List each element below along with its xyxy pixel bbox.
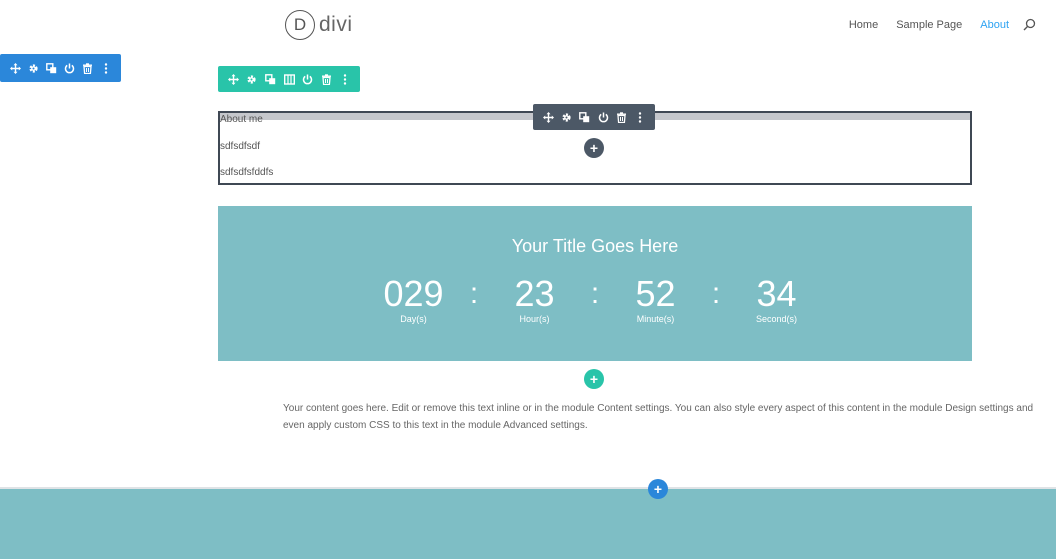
countdown-hours: 23 Hour(s) <box>495 273 575 325</box>
body-text-module[interactable]: Your content goes here. Edit or remove t… <box>283 400 1043 434</box>
trash-icon[interactable] <box>612 108 630 127</box>
nav-item-about[interactable]: About <box>980 19 1009 31</box>
gear-icon[interactable] <box>557 108 575 127</box>
days-value: 029 <box>383 273 444 314</box>
text-line-3[interactable]: sdfsdfsfddfs <box>220 167 273 178</box>
add-module-button[interactable]: + <box>584 138 604 158</box>
duplicate-icon[interactable] <box>576 108 594 127</box>
minutes-value: 52 <box>635 273 676 314</box>
power-icon[interactable] <box>298 70 317 89</box>
nav-item-sample-page[interactable]: Sample Page <box>896 19 962 31</box>
countdown-module[interactable]: Your Title Goes Here 029 Day(s) : 23 Hou… <box>218 206 972 361</box>
add-section-button[interactable]: + <box>648 479 668 499</box>
seconds-value: 34 <box>756 273 797 314</box>
move-icon[interactable] <box>6 59 24 78</box>
site-logo[interactable]: D divi <box>285 10 353 40</box>
gear-icon[interactable] <box>243 70 262 89</box>
minutes-label: Minute(s) <box>636 314 675 324</box>
countdown-separator: : <box>590 277 600 310</box>
seconds-label: Second(s) <box>755 314 798 324</box>
hours-label: Hour(s) <box>519 314 550 324</box>
text-line-2[interactable]: sdfsdfsdf <box>220 141 260 152</box>
trash-icon[interactable] <box>79 59 97 78</box>
move-icon[interactable] <box>224 70 243 89</box>
countdown-seconds: 34 Second(s) <box>737 273 817 325</box>
hours-value: 23 <box>514 273 555 314</box>
section-toolbar <box>0 54 121 82</box>
countdown-timer: 029 Day(s) : 23 Hour(s) : 52 Minute(s) :… <box>218 273 972 325</box>
move-icon[interactable] <box>539 108 557 127</box>
row-toolbar <box>218 66 360 92</box>
nav-item-home[interactable]: Home <box>849 19 878 31</box>
more-icon[interactable] <box>335 70 354 89</box>
trash-icon[interactable] <box>317 70 336 89</box>
countdown-separator: : <box>469 277 479 310</box>
next-section[interactable] <box>0 489 1056 559</box>
power-icon[interactable] <box>61 59 79 78</box>
countdown-minutes: 52 Minute(s) <box>616 273 696 325</box>
logo-text: divi <box>319 13 353 36</box>
main-nav: Home Sample Page About <box>831 18 1036 31</box>
columns-icon[interactable] <box>280 70 299 89</box>
countdown-days: 029 Day(s) <box>374 273 454 325</box>
countdown-separator: : <box>711 277 721 310</box>
duplicate-icon[interactable] <box>42 59 60 78</box>
text-line-1[interactable]: About me <box>220 114 263 125</box>
more-icon[interactable] <box>631 108 649 127</box>
duplicate-icon[interactable] <box>261 70 280 89</box>
search-icon[interactable] <box>1023 18 1036 31</box>
more-icon[interactable] <box>97 59 115 78</box>
gear-icon[interactable] <box>24 59 42 78</box>
module-toolbar <box>533 104 655 130</box>
countdown-title: Your Title Goes Here <box>511 236 679 256</box>
days-label: Day(s) <box>400 314 427 324</box>
power-icon[interactable] <box>594 108 612 127</box>
logo-mark: D <box>285 10 315 40</box>
add-row-button[interactable]: + <box>584 369 604 389</box>
site-header: D divi Home Sample Page About <box>0 0 1056 54</box>
